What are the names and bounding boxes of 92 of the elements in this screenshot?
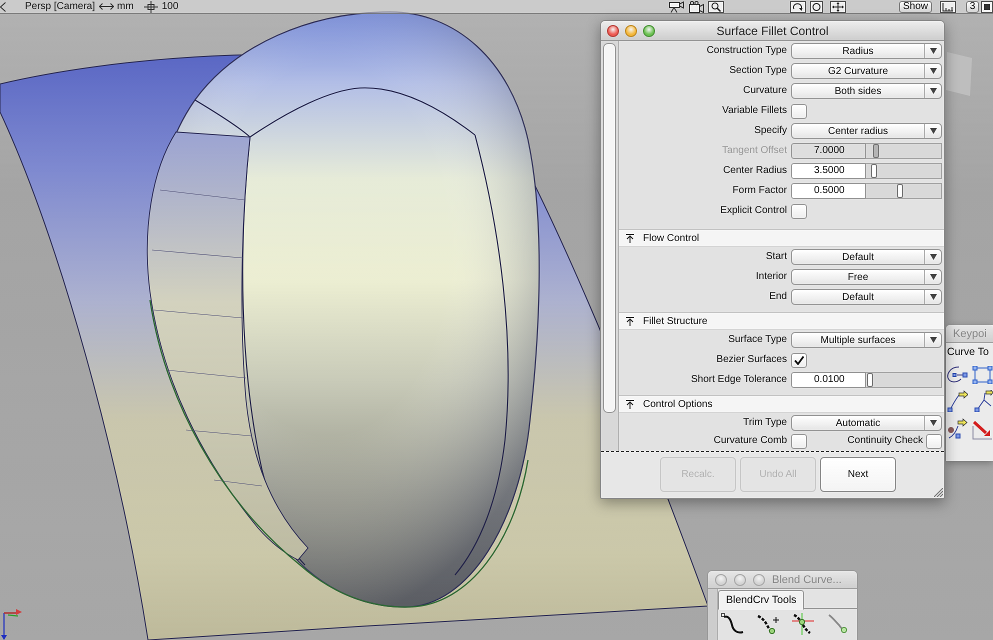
camera-icon[interactable]: [668, 0, 684, 12]
number-field[interactable]: 0.0100: [791, 372, 866, 388]
field-label: Construction Type: [706, 45, 787, 57]
field-label: Form Factor: [732, 185, 787, 197]
field-label: Bezier Surfaces: [715, 354, 787, 366]
double-arrow-icon: [99, 3, 114, 10]
checkbox[interactable]: [791, 352, 807, 368]
collapse-arrow-icon: [626, 234, 634, 242]
rectangle-points-icon[interactable]: [972, 366, 993, 384]
slider-thumb[interactable]: [867, 373, 874, 387]
ruler-icon[interactable]: [940, 0, 956, 12]
number-field[interactable]: 3.5000: [791, 163, 866, 179]
dropdown-arrow-icon: [930, 337, 936, 343]
dropdown[interactable]: Center radius: [791, 123, 942, 139]
minimize-button[interactable]: [625, 24, 637, 36]
dropdown[interactable]: Free: [791, 269, 942, 285]
field-label: Continuity Check: [846, 435, 923, 447]
move-arrows-icon[interactable]: [830, 0, 846, 12]
number-field[interactable]: 0.5000: [791, 183, 866, 199]
curve-node-icon[interactable]: [947, 366, 968, 384]
field-label: Variable Fillets: [721, 105, 787, 117]
field-label: Explicit Control: [719, 205, 787, 217]
window-title: Surface Fillet Control: [715, 24, 830, 38]
dropdown-arrow-icon: [930, 294, 936, 300]
checkbox[interactable]: [791, 104, 807, 118]
magnifier-icon[interactable]: [708, 0, 724, 12]
window-title: Blend Curve...: [772, 574, 842, 586]
checkmark-icon: [794, 356, 804, 364]
close-button[interactable]: [607, 24, 619, 36]
units-label: mm: [117, 0, 134, 12]
side-strip: [708, 589, 718, 640]
dropdown[interactable]: Default: [791, 249, 942, 265]
window-title: Keypoi: [953, 328, 987, 340]
resize-grip-icon[interactable]: [934, 488, 943, 497]
dropdown[interactable]: Automatic: [791, 415, 942, 431]
field-label: Tangent Offset: [721, 145, 787, 157]
collapse-arrow-icon: [626, 400, 634, 408]
dropdown[interactable]: Multiple surfaces: [791, 332, 942, 348]
faded-curve-icon[interactable]: [826, 613, 850, 635]
collapse-arrow-icon: [626, 316, 634, 326]
field-label: End: [768, 291, 787, 303]
dropdown[interactable]: Both sides: [791, 83, 942, 99]
dropdown[interactable]: G2 Curvature: [791, 63, 942, 79]
square-icon[interactable]: [981, 0, 993, 12]
field-label: Specify: [753, 125, 787, 137]
field-label: Section Type: [728, 65, 787, 77]
film-camera-icon[interactable]: [689, 0, 704, 12]
field-label: Interior: [754, 271, 787, 283]
dropdown-arrow-icon: [930, 68, 936, 74]
field-label: Curvature Comb: [712, 435, 787, 447]
dropdown-arrow-icon: [930, 88, 936, 94]
rotate-icon[interactable]: [790, 0, 806, 12]
axis-triad-icon: [0, 606, 22, 640]
slider-thumb[interactable]: [870, 164, 877, 178]
section-header[interactable]: Flow Control: [619, 229, 944, 247]
curve-arrow-icon[interactable]: [947, 418, 968, 440]
layout-button[interactable]: 3: [966, 0, 979, 12]
field-label: Start: [764, 251, 787, 263]
dropdown-arrow-icon: [930, 274, 936, 280]
section-header[interactable]: Fillet Structure: [619, 312, 944, 330]
checkbox[interactable]: [926, 434, 942, 448]
curve-plus-icon[interactable]: [756, 613, 780, 635]
field-label: Trim Type: [742, 417, 787, 429]
scale-label: 100: [162, 0, 178, 12]
field-label: Surface Type: [727, 334, 787, 346]
dropdown-arrow-icon: [930, 254, 936, 260]
ring-icon[interactable]: [810, 0, 823, 12]
checkbox[interactable]: [791, 434, 807, 448]
dropdown-arrow-icon: [930, 128, 936, 134]
dropdown-arrow-icon: [930, 48, 936, 54]
view-label: Persp [Camera]: [25, 0, 96, 12]
field-label: Short Edge Tolerance: [690, 374, 787, 386]
branch-curve-icon[interactable]: [972, 390, 993, 412]
slider-thumb[interactable]: [897, 184, 904, 198]
dropdown[interactable]: Default: [791, 289, 942, 305]
crosshair-icon: [144, 0, 158, 12]
scrollbar[interactable]: [603, 43, 616, 413]
dropdown[interactable]: Radius: [791, 43, 942, 59]
sweep-arrow-icon[interactable]: [972, 418, 993, 440]
curve-arrow-icon[interactable]: [947, 390, 968, 412]
field-label: Curvature: [742, 85, 787, 97]
show-button[interactable]: Show: [899, 0, 932, 12]
field-label: Center Radius: [722, 165, 787, 177]
zoom-button[interactable]: [643, 24, 655, 36]
palette-tab[interactable]: BlendCrv Tools: [718, 590, 804, 610]
curve-cross-icon[interactable]: [791, 613, 815, 635]
dialog-button[interactable]: Next: [820, 457, 896, 492]
palette-tab[interactable]: Curve To: [946, 343, 993, 358]
checkbox[interactable]: [791, 204, 807, 218]
s-curve-icon[interactable]: [721, 613, 745, 635]
section-header[interactable]: Control Options: [619, 395, 944, 413]
dropdown-arrow-icon: [930, 420, 936, 426]
